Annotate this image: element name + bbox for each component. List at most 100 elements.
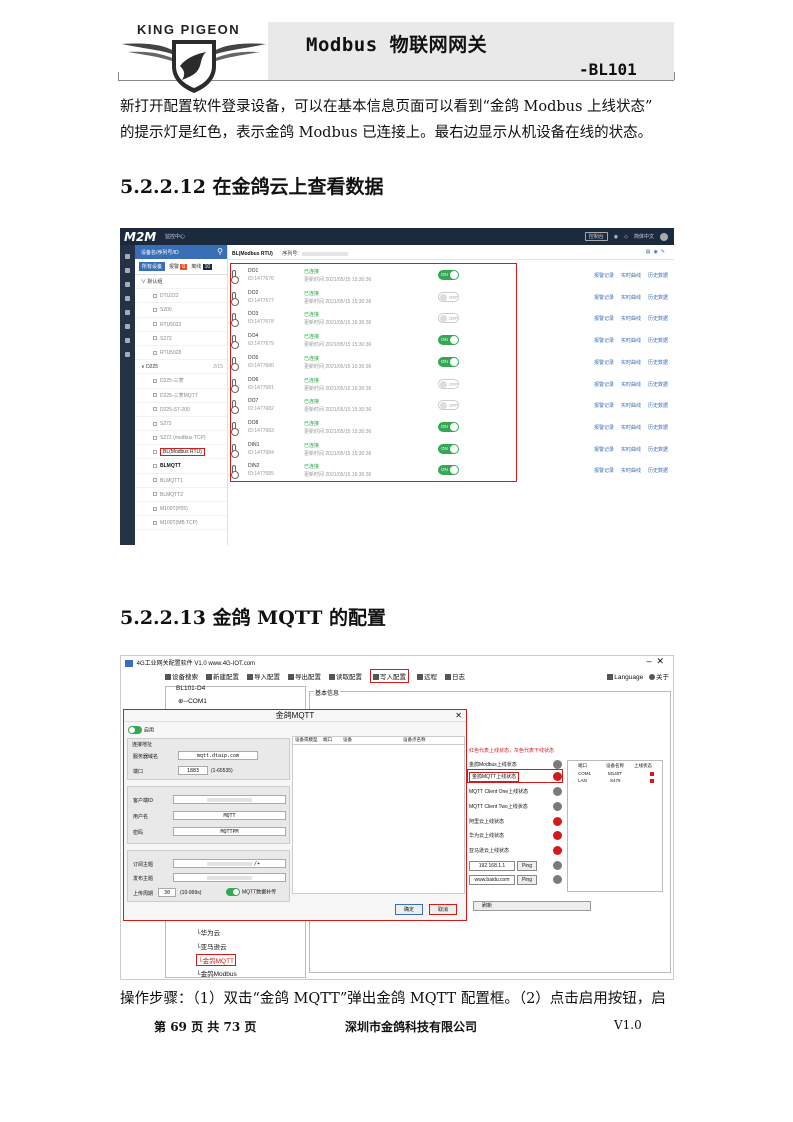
username-input[interactable]: MQTT (173, 811, 286, 820)
device-search-input[interactable]: 设备名/序列号/ID ⚲ (135, 245, 227, 259)
alarm-log-link[interactable]: 报警记录 (594, 316, 614, 322)
ping-host-button[interactable]: Ping (517, 875, 537, 885)
sidebar-icon-4[interactable] (125, 296, 130, 301)
history-data-link[interactable]: 历史数据 (648, 273, 668, 279)
cancel-button[interactable]: 取消 (429, 904, 457, 915)
subscribe-topic-input[interactable]: /+ (173, 859, 286, 868)
toolbar-new-button[interactable]: 新建配置 (206, 671, 239, 681)
realtime-curve-link[interactable]: 实时曲线 (621, 295, 641, 301)
history-data-link[interactable]: 历史数据 (648, 360, 668, 366)
tree-device-item[interactable]: BLMQTT1 (135, 474, 227, 488)
refresh-button[interactable]: 刷新 (473, 901, 591, 911)
history-data-link[interactable]: 历史数据 (648, 338, 668, 344)
tree-device-item[interactable]: S272 (135, 332, 227, 346)
toolbar-import-button[interactable]: 导入配置 (247, 671, 280, 681)
tree-group[interactable]: ∨ D225 2/15 (135, 360, 227, 375)
chat-icon[interactable]: ◇ (624, 234, 628, 240)
realtime-curve-link[interactable]: 实时曲线 (621, 316, 641, 322)
ping-host-input[interactable]: www.baidu.com (469, 875, 515, 885)
alarm-log-link[interactable]: 报警记录 (594, 273, 614, 279)
tree-device-item[interactable]: DTU222 (135, 289, 227, 304)
realtime-curve-link[interactable]: 实时曲线 (621, 273, 641, 279)
tree-device-item[interactable]: D225-三菱MQTT (135, 389, 227, 403)
tree-device-item[interactable]: S272 (modbus TCP) (135, 431, 227, 446)
realtime-curve-link[interactable]: 实时曲线 (621, 403, 641, 409)
publish-topic-input[interactable] (173, 873, 286, 882)
toolbar-log-button[interactable]: 日志 (445, 671, 465, 681)
tree-device-item[interactable]: BL(Modbus RTU) (135, 445, 227, 460)
alarm-log-link[interactable]: 报警记录 (594, 295, 614, 301)
ping-ip-input[interactable]: 192.168.1.1 (469, 861, 515, 871)
alarm-log-link[interactable]: 报警记录 (594, 403, 614, 409)
client-id-input[interactable] (173, 795, 286, 804)
interval-input[interactable]: 30 (158, 888, 176, 897)
mqtt-data-resend-toggle[interactable]: MQTT数据补传 (226, 888, 276, 896)
tree-device-item[interactable]: M100T(MB TCP) (135, 516, 227, 531)
language-select[interactable]: 简体中文 (634, 233, 654, 240)
realtime-curve-link[interactable]: 实时曲线 (621, 425, 641, 431)
tree-node-jinge-modbus[interactable]: └金鸽Modbus (196, 968, 237, 978)
tree-device-item[interactable]: D225-S7-200 (135, 403, 227, 417)
tree-device-item[interactable]: BLMQTT (135, 459, 227, 474)
tree-node-aws[interactable]: └亚马逊云 (196, 941, 227, 951)
history-data-link[interactable]: 历史数据 (648, 295, 668, 301)
alarm-log-link[interactable]: 报警记录 (594, 338, 614, 344)
tree-group[interactable]: ∨ 默认组 (135, 275, 227, 290)
tab-alarm[interactable]: 报警 0 (169, 263, 188, 270)
tree-device-item[interactable]: S200 (135, 303, 227, 318)
tree-node-huawei[interactable]: └华为云 (196, 927, 220, 937)
about-button[interactable]: 关于 (649, 674, 669, 681)
port-input[interactable]: 1883 (178, 766, 208, 775)
server-input[interactable]: mqtt.dtaip.com (178, 751, 258, 760)
tree-device-item[interactable]: RTU5022 (135, 318, 227, 332)
tab-all-devices[interactable]: 所有设备 (139, 262, 166, 271)
close-icon[interactable]: ✕ (455, 710, 462, 722)
toolbar-remote-button[interactable]: 远程 (417, 671, 437, 681)
tree-node-com1[interactable]: ⊕─COM1 (178, 697, 207, 705)
realtime-curve-link[interactable]: 实时曲线 (621, 338, 641, 344)
tab-offline[interactable]: 离线 10 (191, 263, 213, 270)
tree-device-item[interactable]: RTU5028 (135, 346, 227, 361)
window-controls[interactable]: –✕ (646, 656, 669, 667)
realtime-curve-link[interactable]: 实时曲线 (621, 360, 641, 366)
sidebar-icon-5[interactable] (125, 310, 130, 315)
history-data-link[interactable]: 历史数据 (648, 316, 668, 322)
alarm-log-link[interactable]: 报警记录 (594, 447, 614, 453)
tree-node-root[interactable]: BL101-D4 (176, 685, 205, 692)
ok-button[interactable]: 确定 (395, 904, 423, 915)
alarm-log-link[interactable]: 报警记录 (594, 468, 614, 474)
password-input[interactable]: MQTTPM (173, 827, 286, 836)
history-data-link[interactable]: 历史数据 (648, 425, 668, 431)
toolbar-read-button[interactable]: 读取配置 (329, 671, 362, 681)
sidebar-icon-8[interactable] (125, 352, 130, 357)
toolbar-search-button[interactable]: 设备搜索 (165, 671, 198, 681)
realtime-curve-link[interactable]: 实时曲线 (621, 447, 641, 453)
sidebar-icon-2[interactable] (125, 268, 130, 273)
language-button[interactable]: Language (607, 674, 643, 681)
history-data-link[interactable]: 历史数据 (648, 447, 668, 453)
search-icon[interactable]: ⚲ (217, 247, 223, 256)
tree-device-item[interactable]: M100T(P05) (135, 502, 227, 517)
history-data-link[interactable]: 历史数据 (648, 382, 668, 388)
sidebar-icon-1[interactable] (125, 254, 130, 259)
sidebar-icon-7[interactable] (125, 338, 130, 343)
history-data-link[interactable]: 历史数据 (648, 468, 668, 474)
console-button[interactable]: 控制台 (584, 232, 608, 241)
bell-icon[interactable]: ◉ (614, 234, 618, 240)
tree-device-item[interactable]: S272 (135, 417, 227, 432)
realtime-curve-link[interactable]: 实时曲线 (621, 382, 641, 388)
tree-device-item[interactable]: BLMQTT2 (135, 488, 227, 502)
toolbar-export-button[interactable]: 导出配置 (288, 671, 321, 681)
realtime-curve-link[interactable]: 实时曲线 (621, 468, 641, 474)
tree-device-item[interactable]: D225-三菱 (135, 374, 227, 389)
sidebar-icon-6[interactable] (125, 324, 130, 329)
sidebar-icon-3[interactable] (125, 282, 130, 287)
alarm-log-link[interactable]: 报警记录 (594, 360, 614, 366)
alarm-log-link[interactable]: 报警记录 (594, 425, 614, 431)
m2m-nav-monitor[interactable]: 监控中心 (165, 233, 185, 240)
history-data-link[interactable]: 历史数据 (648, 403, 668, 409)
avatar[interactable] (660, 232, 668, 241)
alarm-log-link[interactable]: 报警记录 (594, 382, 614, 388)
toolbar-write-button[interactable]: 写入配置 (370, 669, 409, 683)
tree-node-jinge-mqtt[interactable]: └金鸽MQTT (196, 954, 237, 966)
